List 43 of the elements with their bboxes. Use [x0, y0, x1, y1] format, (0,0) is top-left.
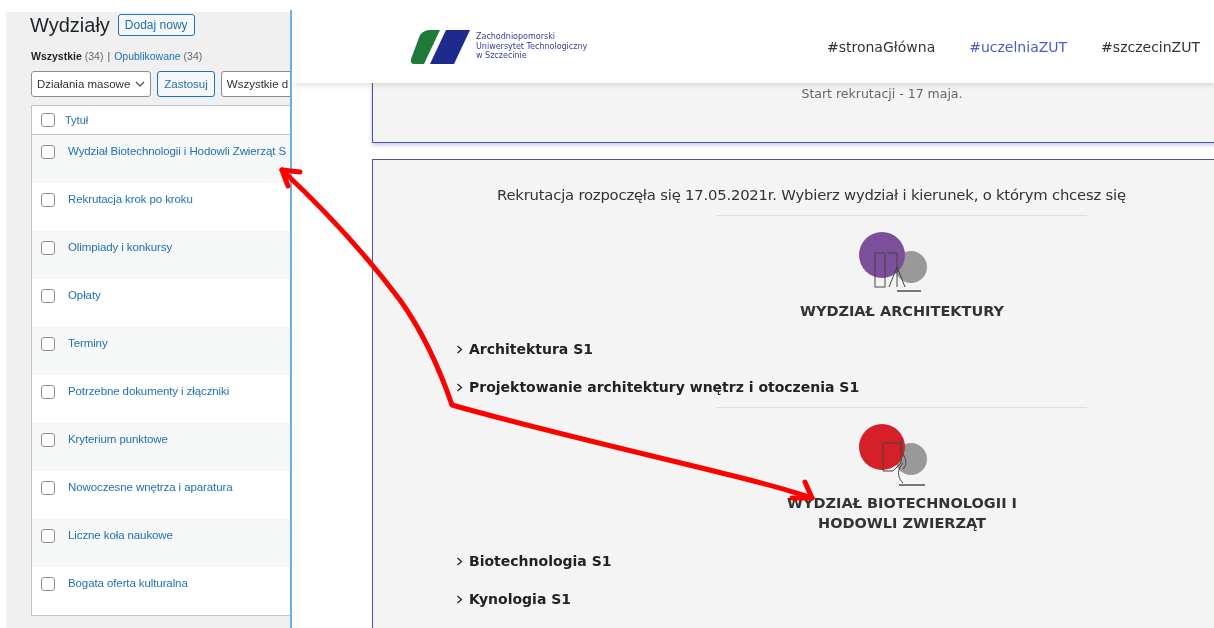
post-title-link[interactable]: Rekrutacja krok po kroku	[68, 193, 193, 231]
row-checkbox[interactable]	[41, 577, 55, 591]
nav-link[interactable]: #stronaGłówna	[826, 38, 936, 55]
faculty-title: WYDZIAŁ ARCHITEKTURY	[798, 302, 1006, 321]
post-title-link[interactable]: Opłaty	[68, 289, 101, 327]
program-link[interactable]: Projektowanie architektury wnętrz i otoczenia S1	[456, 379, 1214, 395]
nav-link[interactable]: #uczelniaZUT	[969, 38, 1068, 55]
status-filter-link[interactable]: Opublikowane (34)	[114, 50, 203, 62]
chevron-right-icon	[456, 556, 463, 566]
program-link[interactable]: Biotechnologia S1	[456, 553, 1214, 569]
nav-link[interactable]: #szczecinZUT	[1101, 38, 1200, 55]
row-checkbox[interactable]	[41, 433, 55, 447]
row-checkbox[interactable]	[41, 241, 55, 255]
date-filter-dropdown[interactable]: Wszystkie d	[220, 71, 290, 97]
status-filter-link[interactable]: Wszystkie (34)	[31, 50, 104, 62]
row-checkbox[interactable]	[41, 337, 55, 351]
row-checkbox[interactable]	[41, 481, 55, 495]
row-checkbox[interactable]	[41, 529, 55, 543]
page-title: Wydziały	[30, 13, 110, 37]
chevron-right-icon	[456, 344, 463, 354]
program-link[interactable]: Kynologia S1	[456, 591, 1214, 607]
row-checkbox[interactable]	[41, 193, 55, 207]
university-name: Zachodniopomorski Uniwersytet Technologiczny w Szczecinie	[476, 32, 588, 61]
post-title-link[interactable]: Terminy	[68, 337, 108, 375]
add-new-button[interactable]: Dodaj nowy	[117, 14, 195, 36]
column-header[interactable]: Tytuł	[65, 114, 89, 126]
row-checkbox[interactable]	[41, 145, 55, 159]
bulk-actions-dropdown[interactable]: Działania masowe	[31, 71, 152, 97]
notice-text: Start rekrutacji - 17 maja.	[801, 86, 963, 103]
university-logo-icon[interactable]	[410, 28, 472, 65]
post-title-link[interactable]: Bogata oferta kulturalna	[68, 577, 188, 615]
post-title-link[interactable]: Potrzebne dokumenty i złączniki	[68, 385, 230, 423]
chevron-right-icon	[456, 594, 463, 604]
post-title-link[interactable]: Nowoczesne wnętrza i aparatura	[68, 481, 233, 519]
chevron-right-icon	[456, 382, 463, 392]
select-all-checkbox[interactable]	[41, 113, 55, 127]
intro-text: Rekrutacja rozpoczęła się 17.05.2021r. Wybierz wydział i kierunek, o którym chcesz się	[497, 186, 1127, 203]
program-link[interactable]: Architektura S1	[456, 341, 1214, 357]
row-checkbox[interactable]	[41, 289, 55, 303]
separator: |	[107, 50, 111, 62]
chevron-down-icon	[135, 81, 146, 87]
apply-button[interactable]: Zastosuj	[157, 71, 215, 97]
row-checkbox[interactable]	[41, 385, 55, 399]
